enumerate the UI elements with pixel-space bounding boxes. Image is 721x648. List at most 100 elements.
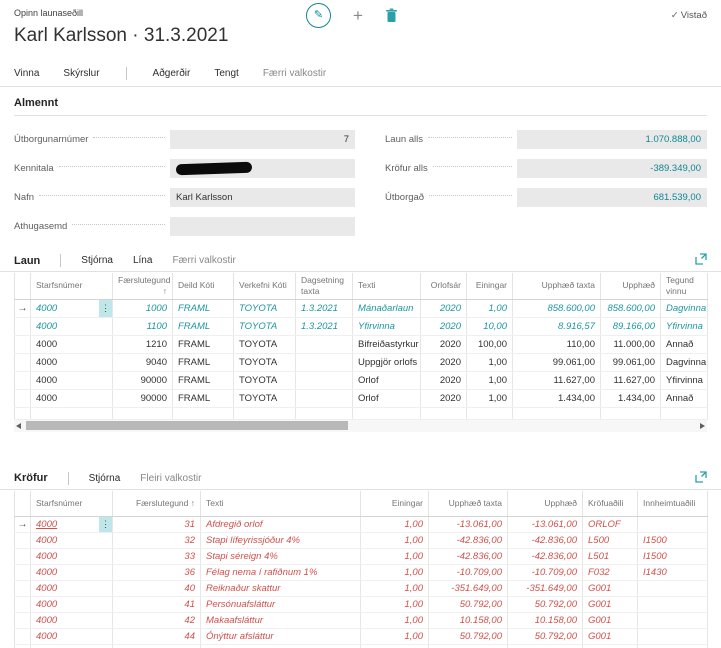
cell[interactable]: -40.000,00 [508,645,583,648]
edit-button[interactable]: ✎ [306,3,331,28]
cell[interactable]: Annað [661,389,708,407]
cell[interactable]: -10.709,00 [508,565,583,581]
cell[interactable]: Stapi séreign 4% [201,549,361,565]
cell[interactable] [638,629,708,645]
cell[interactable] [638,597,708,613]
cell[interactable]: 110,00 [513,335,601,353]
table-row[interactable]: →4000⋮31Afdregið orlof1,00-13.061,00-13.… [15,517,708,533]
nafn-input[interactable]: Karl Karlsson [170,188,355,207]
cell[interactable]: -351.649,00 [429,581,508,597]
cell[interactable]: FRAML [173,335,234,353]
utborgad-input[interactable]: 681.539,00 [517,188,707,207]
table-row[interactable]: 400090000FRAMLTOYOTAOrlof20201,0011.627,… [15,371,708,389]
cell[interactable]: 1,00 [361,613,429,629]
cell[interactable]: Yfirvinna [661,371,708,389]
focus-mode-button[interactable] [695,471,707,486]
cell[interactable] [234,407,296,419]
cell[interactable]: 11.627,00 [601,371,661,389]
scroll-right-icon[interactable] [700,423,705,429]
cell[interactable]: 4000 [31,581,113,597]
scrollbar-thumb[interactable] [26,421,348,430]
cell[interactable]: 4000 [31,353,113,371]
cell[interactable]: 50.792,00 [508,629,583,645]
cell[interactable] [638,613,708,629]
utborgunarnumer-input[interactable]: 7 [170,130,355,149]
row-menu-icon[interactable]: ⋮ [99,300,112,317]
menu-item-vinna[interactable]: Vinna [14,68,39,79]
add-button[interactable]: + [353,7,363,24]
column-header[interactable]: Starfsnúmer [31,273,113,299]
cell[interactable]: 1,00 [361,581,429,597]
cell[interactable]: -42.836,00 [508,533,583,549]
cell[interactable]: Dagvinna [661,353,708,371]
tab-laun[interactable]: Laun [14,255,40,267]
cell[interactable]: 33 [113,549,201,565]
row-selector[interactable] [15,597,31,613]
cell[interactable]: 2020 [421,353,467,371]
row-selector[interactable] [15,317,31,335]
row-selector[interactable] [15,581,31,597]
cell[interactable]: 32 [113,533,201,549]
row-selector[interactable]: → [15,299,31,317]
cell[interactable]: 2020 [421,335,467,353]
cell[interactable] [661,407,708,419]
cell[interactable]: 1.3.2021 [296,299,353,317]
delete-button[interactable] [385,8,398,23]
table-row[interactable]: 400042Makaafsláttur1,0010.158,0010.158,0… [15,613,708,629]
cell[interactable]: Reiknaður skattur [201,581,361,597]
tab-krofur[interactable]: Kröfur [14,472,48,484]
kennitala-input[interactable] [170,159,355,178]
cell[interactable]: 1,00 [467,389,513,407]
cell[interactable] [421,407,467,419]
horizontal-scrollbar[interactable] [14,420,707,432]
cell[interactable]: 50.792,00 [508,597,583,613]
column-header[interactable]: Tegund vinnu [661,273,708,299]
column-header[interactable]: Færslutegund ↑ [113,491,201,517]
cell[interactable]: 1,00 [467,371,513,389]
column-header[interactable]: Starfsnúmer [31,491,113,517]
table-row[interactable]: 400036Félag nema í rafiðnum 1%1,00-10.70… [15,565,708,581]
cell[interactable]: 1.3.2021 [296,317,353,335]
cell[interactable]: TOYOTA [234,299,296,317]
cell[interactable]: -40.000,00 [429,645,508,648]
cell[interactable] [601,407,661,419]
cell[interactable]: 4000 [31,389,113,407]
table-row[interactable]: 400041Persónuafsláttur1,0050.792,0050.79… [15,597,708,613]
cell[interactable]: 1,00 [467,353,513,371]
cell[interactable]: TOYOTA [234,335,296,353]
cell[interactable] [353,407,421,419]
cell[interactable]: -42.836,00 [429,533,508,549]
table-row[interactable]: 400032Stapi lífeyrissjóður 4%1,00-42.836… [15,533,708,549]
cell[interactable]: 1,00 [361,645,429,648]
cell[interactable]: F032 [583,565,638,581]
cell[interactable]: Meðlag [201,645,361,648]
cell[interactable]: 1,00 [361,597,429,613]
cell[interactable]: 11.627,00 [513,371,601,389]
column-header[interactable]: Texti [201,491,361,517]
cell[interactable]: 8.916,57 [513,317,601,335]
cell[interactable]: G001 [583,629,638,645]
cell[interactable]: 44 [113,629,201,645]
cell[interactable] [638,581,708,597]
cell[interactable]: Stapi lífeyrissjóður 4% [201,533,361,549]
cell[interactable]: 4000 [31,613,113,629]
cell[interactable] [638,645,708,648]
menu-item-faerri-valkostir[interactable]: Færri valkostir [263,68,326,79]
cell[interactable]: 1,00 [361,549,429,565]
cell[interactable]: Félag nema í rafiðnum 1% [201,565,361,581]
column-header[interactable]: Upphæð taxta [429,491,508,517]
cell[interactable] [15,407,31,419]
cell[interactable] [113,407,173,419]
cell[interactable]: G001 [583,613,638,629]
cell[interactable]: 10.158,00 [508,613,583,629]
cell[interactable]: 4000 [31,645,113,648]
cell[interactable]: G001 [583,581,638,597]
table-row[interactable]: 40001100FRAMLTOYOTA1.3.2021Yfirvinna2020… [15,317,708,335]
cell[interactable]: 90000 [113,389,173,407]
row-selector[interactable] [15,335,31,353]
table-row[interactable]: 40009040FRAMLTOYOTAUppgjör orlofs20201,0… [15,353,708,371]
cell[interactable]: 1210 [113,335,173,353]
cell[interactable]: 40 [113,581,201,597]
cell[interactable]: -13.061,00 [508,517,583,533]
row-selector[interactable] [15,533,31,549]
